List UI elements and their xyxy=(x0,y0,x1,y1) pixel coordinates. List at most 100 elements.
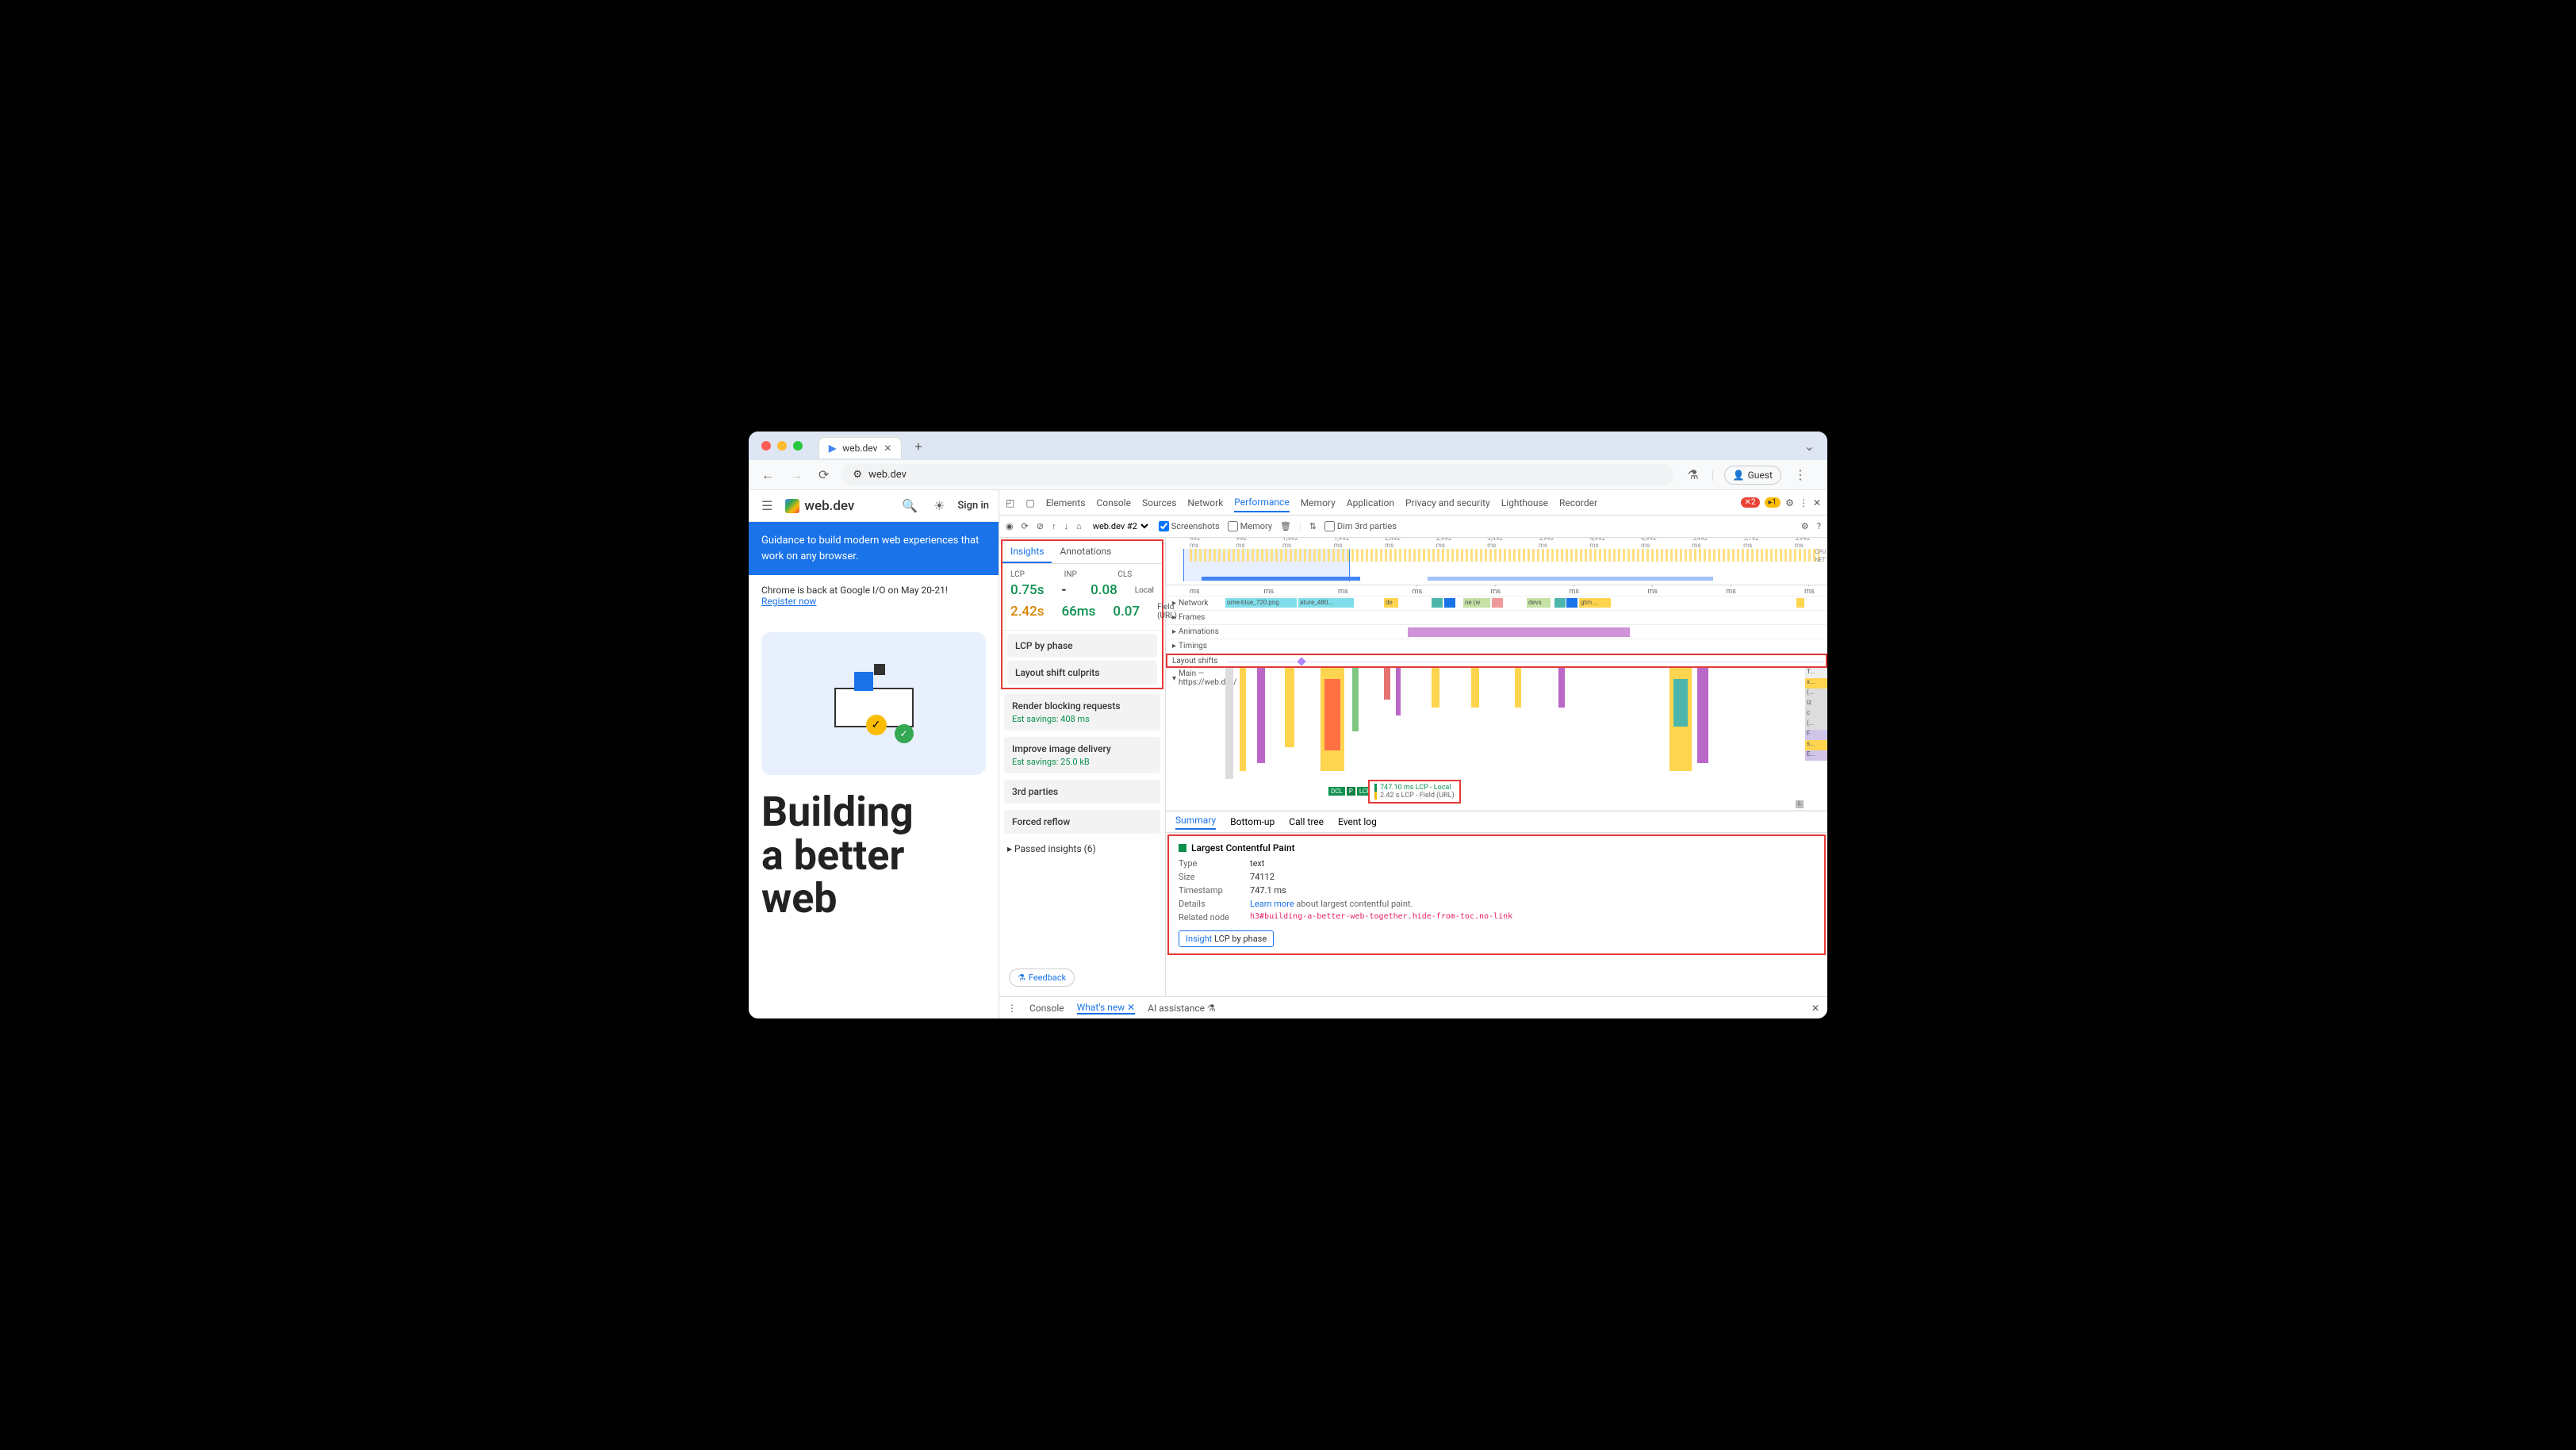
recording-select[interactable]: web.dev #2 xyxy=(1090,520,1151,532)
learn-more-link[interactable]: Learn more xyxy=(1250,899,1294,909)
main-thread-track[interactable]: ▾ Main — https://web.dev/ xyxy=(1166,668,1827,811)
theme-icon[interactable]: ☀ xyxy=(930,495,948,516)
page-content: ☰ web.dev 🔍 ☀ Sign in Guidance to build … xyxy=(749,490,999,1018)
drawer-tabs: ⋮ Console What's new ✕ AI assistance ⚗ ✕ xyxy=(999,996,1827,1018)
insight-3rd-parties[interactable]: 3rd parties xyxy=(1004,780,1160,804)
reload-record-icon[interactable]: ⟳ xyxy=(1022,521,1029,531)
insight-image-delivery[interactable]: Improve image deliveryEst savings: 25.0 … xyxy=(1004,737,1160,773)
insight-render-blocking[interactable]: Render blocking requestsEst savings: 408… xyxy=(1004,694,1160,731)
hero-line-1: Building xyxy=(761,791,986,834)
drawer-menu-icon[interactable]: ⋮ xyxy=(1007,1003,1017,1014)
tab-elements[interactable]: Elements xyxy=(1046,494,1086,512)
related-node[interactable]: h3#building-a-better-web-together.hide-f… xyxy=(1250,912,1512,923)
insight-forced-reflow[interactable]: Forced reflow xyxy=(1004,810,1160,834)
memory-toggle[interactable]: Memory xyxy=(1228,521,1272,531)
forward-icon: → xyxy=(787,464,806,486)
insights-tab[interactable]: Insights xyxy=(1002,541,1052,563)
summary-tabs: Summary Bottom-up Call tree Event log xyxy=(1166,811,1827,833)
inspect-icon[interactable]: ◰ xyxy=(1006,497,1014,508)
menu-icon[interactable]: ☰ xyxy=(758,495,776,516)
feedback-button[interactable]: ⚗ Feedback xyxy=(1009,969,1075,987)
drawer-whatsnew[interactable]: What's new ✕ xyxy=(1077,1002,1136,1015)
guest-button[interactable]: 👤 Guest xyxy=(1724,466,1781,485)
lcp-markers: DCL P LCP xyxy=(1328,787,1373,796)
settings-icon[interactable]: ⚙ xyxy=(1785,497,1794,508)
site-settings-icon[interactable]: ⚙ xyxy=(853,469,862,481)
back-icon[interactable]: ← xyxy=(758,464,777,486)
hero-illustration: ✓ ✓ xyxy=(761,632,986,775)
lcp-callout: 747.10 ms LCP - Local 2.42 s LCP - Field… xyxy=(1368,780,1461,804)
perf-settings-icon[interactable]: ⚙ xyxy=(1801,521,1809,531)
perf-toolbar: ◉ ⟳ ⊘ ↑ ↓ ⌂ web.dev #2 Screenshots Memor… xyxy=(999,516,1827,538)
timeline-area[interactable]: 492 ms992 ms1,492 ms1,992 ms2,492 ms2,99… xyxy=(1166,538,1827,996)
tab-bottomup[interactable]: Bottom-up xyxy=(1230,816,1275,827)
tab-recorder[interactable]: Recorder xyxy=(1559,494,1597,512)
home-icon[interactable]: ⌂ xyxy=(1076,521,1082,531)
tab-memory[interactable]: Memory xyxy=(1301,494,1336,512)
cls-local: 0.08 xyxy=(1091,582,1117,598)
url-input[interactable]: ⚙ web.dev xyxy=(841,464,1674,485)
download-icon[interactable]: ↓ xyxy=(1064,521,1069,531)
warnings-badge[interactable]: ▸1 xyxy=(1765,497,1781,508)
dim-toggle[interactable]: Dim 3rd parties xyxy=(1324,521,1397,531)
clear-icon[interactable]: ⊘ xyxy=(1037,521,1044,531)
register-link[interactable]: Register now xyxy=(761,596,816,607)
inp-local: - xyxy=(1061,582,1073,598)
annotations-tab[interactable]: Annotations xyxy=(1052,541,1119,563)
tab-network[interactable]: Network xyxy=(1187,494,1223,512)
tab-privacy[interactable]: Privacy and security xyxy=(1405,494,1490,512)
tab-application[interactable]: Application xyxy=(1347,494,1394,512)
insights-panel: Insights Annotations LCP INP CLS 0.75s xyxy=(999,538,1166,996)
browser-tab[interactable]: ▶ web.dev ✕ xyxy=(818,437,902,458)
close-devtools-icon[interactable]: ✕ xyxy=(1813,497,1821,508)
insight-cls-culprits[interactable]: Layout shift culprits xyxy=(1007,661,1157,685)
tab-eventlog[interactable]: Event log xyxy=(1338,816,1377,827)
browser-menu-icon[interactable]: ⋮ xyxy=(1791,464,1810,485)
tab-performance[interactable]: Performance xyxy=(1234,493,1289,512)
screenshots-toggle[interactable]: Screenshots xyxy=(1159,521,1220,531)
tab-calltree[interactable]: Call tree xyxy=(1289,816,1324,827)
device-icon[interactable]: ▢ xyxy=(1025,497,1034,508)
upload-icon[interactable]: ↑ xyxy=(1052,521,1056,531)
trash-icon[interactable]: 🗑 xyxy=(1280,521,1291,531)
tab-sources[interactable]: Sources xyxy=(1142,494,1176,512)
passed-insights[interactable]: ▸ Passed insights (6) xyxy=(999,837,1165,861)
lcp-field: 2.42s xyxy=(1010,604,1044,620)
close-tab-icon[interactable]: ✕ xyxy=(884,443,891,454)
layout-shifts-track[interactable]: Layout shifts xyxy=(1166,654,1827,668)
address-bar: ← → ⟳ ⚙ web.dev ⚗ | 👤 Guest ⋮ xyxy=(749,460,1827,490)
window-titlebar: ▶ web.dev ✕ + ⌄ xyxy=(749,432,1827,460)
inp-field: 66ms xyxy=(1061,604,1095,620)
search-icon[interactable]: 🔍 xyxy=(899,495,921,516)
overview-minimap[interactable]: 492 ms992 ms1,492 ms1,992 ms2,492 ms2,99… xyxy=(1166,538,1827,585)
add-tab-icon[interactable]: + xyxy=(914,439,922,454)
drawer-console[interactable]: Console xyxy=(1029,1003,1064,1014)
cls-field: 0.07 xyxy=(1113,604,1140,620)
summary-panel: Largest Contentful Paint Typetext Size74… xyxy=(1167,834,1826,955)
frames-track[interactable]: ▸ Frames xyxy=(1166,611,1827,625)
tab-console[interactable]: Console xyxy=(1096,494,1131,512)
more-icon[interactable]: ⋮ xyxy=(1799,497,1808,508)
drawer-ai[interactable]: AI assistance ⚗ xyxy=(1148,1003,1216,1014)
insight-button[interactable]: Insight LCP by phase xyxy=(1179,930,1274,947)
errors-badge[interactable]: ✕2 xyxy=(1741,497,1760,508)
tab-title: web.dev xyxy=(842,443,877,454)
help-icon[interactable]: ? xyxy=(1817,521,1821,531)
drawer-close-icon[interactable]: ✕ xyxy=(1811,1003,1819,1014)
labs-icon[interactable]: ⚗ xyxy=(1684,464,1701,485)
insight-lcp-phase[interactable]: LCP by phase xyxy=(1007,634,1157,658)
timings-track[interactable]: ▸ Timings xyxy=(1166,639,1827,654)
animations-track[interactable]: ▸ Animations xyxy=(1166,625,1827,639)
hero-line-2: a better xyxy=(761,834,986,878)
signin-button[interactable]: Sign in xyxy=(957,500,989,512)
network-track[interactable]: ▸ Network ome-blue_720.png ature_480... … xyxy=(1166,596,1827,611)
tabs-dropdown-icon[interactable]: ⌄ xyxy=(1804,439,1815,454)
tab-summary[interactable]: Summary xyxy=(1175,815,1216,830)
tab-lighthouse[interactable]: Lighthouse xyxy=(1501,494,1548,512)
record-icon[interactable]: ◉ xyxy=(1006,521,1014,531)
site-logo[interactable]: web.dev xyxy=(785,498,854,514)
traffic-lights[interactable] xyxy=(761,441,803,451)
page-banner: Guidance to build modern web experiences… xyxy=(749,522,999,575)
reload-icon[interactable]: ⟳ xyxy=(815,464,832,485)
collapse-icon[interactable]: ⇅ xyxy=(1309,521,1317,531)
